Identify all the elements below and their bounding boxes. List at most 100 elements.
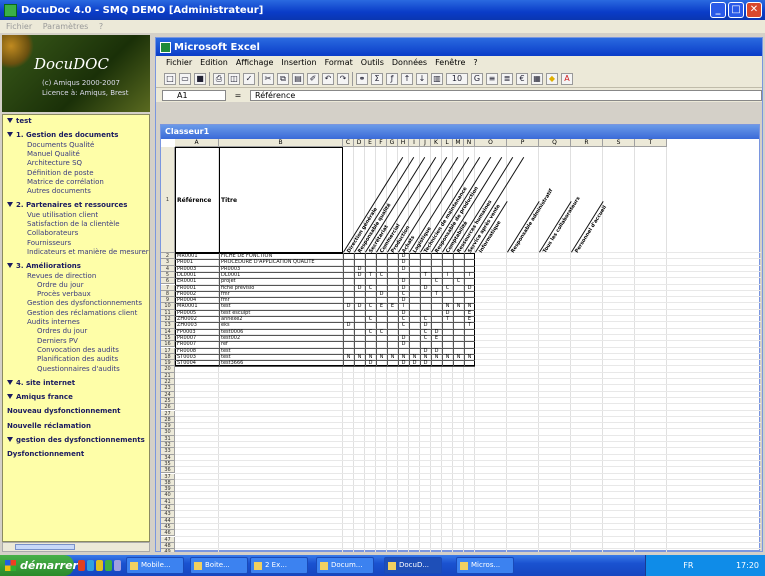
excel-menu-item[interactable]: Insertion xyxy=(281,58,316,67)
formula-input[interactable]: Référence xyxy=(250,89,762,101)
cell-mark[interactable]: D xyxy=(398,253,409,259)
cell-mark[interactable]: T xyxy=(420,272,431,278)
cell-mark[interactable]: C xyxy=(442,285,453,291)
column-header[interactable]: E xyxy=(365,139,376,147)
cell-mark[interactable]: E xyxy=(431,335,442,341)
align-left-icon[interactable]: ≡ xyxy=(486,72,498,85)
cell-mark[interactable]: N xyxy=(464,354,475,360)
new-icon[interactable]: □ xyxy=(164,72,176,85)
cell-mark[interactable]: D xyxy=(420,285,431,291)
cell-title[interactable]: fmr xyxy=(221,291,343,297)
column-header[interactable]: F xyxy=(376,139,387,147)
maximize-button[interactable]: □ xyxy=(728,2,744,18)
cell-title[interactable]: PR0003 xyxy=(221,266,343,272)
open-icon[interactable]: ▭ xyxy=(179,72,191,85)
cell-mark[interactable]: D xyxy=(398,335,409,341)
tree-item[interactable]: Définition de poste xyxy=(27,169,94,177)
cell-mark[interactable]: D xyxy=(431,329,442,335)
row-header[interactable]: 1 xyxy=(161,147,175,253)
cell-mark[interactable]: D xyxy=(409,360,420,366)
fx-icon[interactable]: = xyxy=(232,91,244,100)
excel-menu-item[interactable]: ? xyxy=(473,58,477,67)
tree-item[interactable]: Nouveau dysfonctionnement xyxy=(7,407,120,415)
cell-mark[interactable]: N xyxy=(453,354,464,360)
cell-mark[interactable]: D xyxy=(398,360,409,366)
cell-reference[interactable]: MR0001 xyxy=(177,303,219,309)
cell-title[interactable]: test002 xyxy=(221,335,343,341)
align-center-icon[interactable]: ≣ xyxy=(501,72,513,85)
row-header[interactable]: 49 xyxy=(161,549,175,552)
column-header[interactable]: D xyxy=(354,139,365,147)
cell-mark[interactable]: D xyxy=(343,322,354,328)
cell-mark[interactable]: E xyxy=(464,316,475,322)
cell-mark[interactable]: I xyxy=(398,303,409,309)
expand-arrow-icon[interactable] xyxy=(7,263,13,269)
function-icon[interactable]: ƒ xyxy=(386,72,398,85)
cell-mark[interactable]: D xyxy=(398,297,409,303)
sort-asc-icon[interactable]: ↑ xyxy=(401,72,413,85)
cell-mark[interactable]: C xyxy=(453,278,464,284)
taskbar-task[interactable]: Boite... xyxy=(190,557,248,574)
tree-horizontal-scrollbar[interactable] xyxy=(2,542,150,552)
cell-title[interactable]: DL0001 xyxy=(221,272,343,278)
column-header[interactable]: K xyxy=(431,139,442,147)
currency-icon[interactable]: € xyxy=(516,72,528,85)
cell-reference[interactable]: FR0007 xyxy=(177,341,219,347)
tree-item[interactable]: Documents Qualité xyxy=(27,141,94,149)
tree-item[interactable]: Audits internes xyxy=(27,318,80,326)
taskbar-task[interactable]: DocuD... xyxy=(384,557,442,574)
cut-icon[interactable]: ✂ xyxy=(262,72,274,85)
cell-mark[interactable]: E xyxy=(387,303,398,309)
cell-reference[interactable]: DL0001 xyxy=(177,272,219,278)
quick-launch-icon[interactable] xyxy=(96,560,103,571)
cell-reference[interactable]: PR0003 xyxy=(177,266,219,272)
tree-item[interactable]: Collaborateurs xyxy=(27,229,78,237)
start-button[interactable]: démarrer xyxy=(0,555,78,576)
tree-item[interactable]: Indicateurs et manière de mesurer xyxy=(27,248,149,256)
tree-item[interactable]: Gestion des réclamations client xyxy=(27,309,137,317)
taskbar-task[interactable]: Mobile... xyxy=(126,557,184,574)
expand-arrow-icon[interactable] xyxy=(7,132,13,138)
tree-item[interactable]: gestion des dysfonctionnements xyxy=(7,436,145,444)
cell-mark[interactable]: D xyxy=(354,272,365,278)
tree-item[interactable]: Dysfonctionnement xyxy=(7,450,84,458)
cell-title[interactable]: test0006 xyxy=(221,329,343,335)
cell-mark[interactable]: D xyxy=(365,360,376,366)
tree-item[interactable]: Fournisseurs xyxy=(27,239,71,247)
cell-mark[interactable]: N xyxy=(343,354,354,360)
font-color-icon[interactable]: A xyxy=(561,72,573,85)
quick-launch-icon[interactable] xyxy=(87,560,94,571)
quick-launch-icon[interactable] xyxy=(78,560,85,571)
tree-item[interactable]: Manuel Qualité xyxy=(27,150,80,158)
quick-launch-icon[interactable] xyxy=(105,560,112,571)
column-header[interactable]: S xyxy=(603,139,635,147)
cell-reference[interactable]: FR0008 xyxy=(177,348,219,354)
tree-item[interactable]: Ordres du jour xyxy=(37,327,87,335)
cell-mark[interactable]: T xyxy=(365,272,376,278)
cell-title[interactable]: FICHE DE FONCTION xyxy=(221,253,343,259)
excel-menu-item[interactable]: Données xyxy=(392,58,427,67)
cell-mark[interactable]: C xyxy=(431,278,442,284)
cell-title[interactable]: PROCEDURE D'APPLICATION QUALITE xyxy=(221,259,343,265)
expand-arrow-icon[interactable] xyxy=(7,437,13,442)
chart-icon[interactable]: ▥ xyxy=(431,72,443,85)
taskbar-task[interactable]: 2 Ex... xyxy=(250,557,308,574)
sort-desc-icon[interactable]: ↓ xyxy=(416,72,428,85)
cell-mark[interactable]: D xyxy=(343,303,354,309)
tree-item[interactable]: Matrice de corrélation xyxy=(27,178,104,186)
cell-mark[interactable]: N xyxy=(420,354,431,360)
borders-icon[interactable]: ▦ xyxy=(531,72,543,85)
copy-icon[interactable]: ⧉ xyxy=(277,72,289,85)
tree-item[interactable]: Planification des audits xyxy=(37,355,118,363)
tree-item[interactable]: Questionnaires d'audits xyxy=(37,365,120,373)
menu-help[interactable]: ? xyxy=(99,22,103,31)
fill-color-icon[interactable]: ◆ xyxy=(546,72,558,85)
cell-reference[interactable]: MR0001 xyxy=(177,253,219,259)
name-box[interactable]: A1 xyxy=(162,89,226,101)
tree-item[interactable]: Autres documents xyxy=(27,187,91,195)
cell-mark[interactable]: D xyxy=(398,341,409,347)
excel-menu-item[interactable]: Fenêtre xyxy=(435,58,465,67)
column-header[interactable]: L xyxy=(442,139,453,147)
cell-mark[interactable]: C xyxy=(365,329,376,335)
undo-icon[interactable]: ↶ xyxy=(322,72,334,85)
